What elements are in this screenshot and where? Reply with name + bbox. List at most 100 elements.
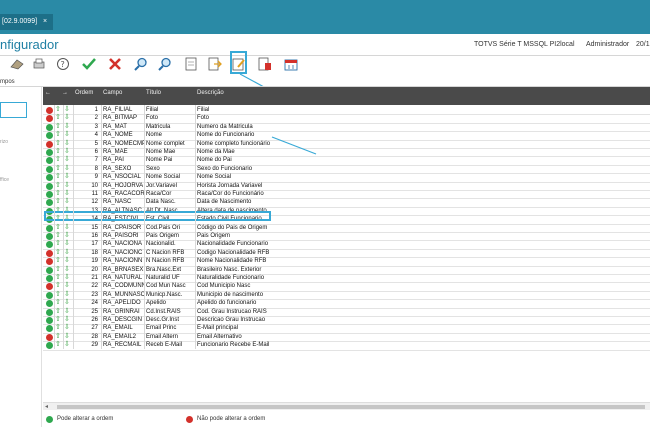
move-up-icon[interactable]: ⇧ [55,190,61,198]
move-down-icon[interactable]: ⇩ [64,316,70,324]
move-up-icon[interactable]: ⇧ [55,274,61,282]
move-down-icon[interactable]: ⇩ [64,148,70,156]
table-row[interactable]: ⇧ ⇩ 11 RA_RACACOR Raca/Cor Raca/Cor do Funcio… [43,190,650,198]
move-down-icon[interactable]: ⇩ [64,249,70,257]
delete-doc-icon[interactable] [256,56,274,72]
table-row[interactable]: ⇧ ⇩ 15 RA_CPAISOR Cod.Pais Ori Código do Pais… [43,224,650,232]
print-icon[interactable] [30,56,48,72]
table-row[interactable]: ⇧ ⇩ 16 RA_PAISORI Pais Origem Pais Origem [43,232,650,240]
table-row[interactable]: ⇧ ⇩ 26 RA_DESCGIN Desc.Gr.Inst Descricao Grau… [43,316,650,324]
move-up-icon[interactable]: ⇧ [55,324,61,332]
move-down-icon[interactable]: ⇩ [64,257,70,265]
move-up-icon[interactable]: ⇧ [55,232,61,240]
header-ordem[interactable]: Ordem [75,90,93,96]
move-up-icon[interactable]: ⇧ [55,341,61,349]
table-row[interactable]: ⇧ ⇩ 12 RA_NASC Data Nasc. Data de Nascimento [43,198,650,207]
move-down-icon[interactable]: ⇩ [64,266,70,274]
table-row[interactable]: ⇧ ⇩ 25 RA_GRINRAI Cd.Inst.RAIS Cod. Grau Inst… [43,308,650,316]
table-row[interactable]: ⇧ ⇩ 6 RA_MAE Nome Mae Nome da Mae [43,148,650,156]
table-row[interactable]: ⇧ ⇩ 2 RA_BITMAP Foto Foto [43,114,650,123]
table-row[interactable]: ⇧ ⇩ 1 RA_FILIAL Filial Filial [43,106,650,114]
move-up-icon[interactable]: ⇧ [55,114,61,122]
header-campo[interactable]: Campo [103,90,122,96]
move-down-icon[interactable]: ⇩ [64,232,70,240]
move-down-icon[interactable]: ⇩ [64,299,70,307]
move-down-icon[interactable]: ⇩ [64,291,70,299]
move-up-icon[interactable]: ⇧ [55,165,61,173]
sidebar-selected-item[interactable] [0,102,27,118]
sidebar-item-2[interactable]: ffice [0,177,9,183]
table-row[interactable]: ⇧ ⇩ 29 RA_RECMAIL Receb E-Mail Funcionario Re… [43,341,650,350]
table-row[interactable]: ⇧ ⇩ 23 RA_MUNNASC Municp.Nasc. Municipio de n… [43,291,650,299]
move-up-icon[interactable]: ⇧ [55,224,61,232]
move-down-icon[interactable]: ⇩ [64,182,70,190]
move-down-icon[interactable]: ⇩ [64,333,70,341]
user-name[interactable]: Administrador [586,41,629,48]
move-up-icon[interactable]: ⇧ [55,333,61,341]
move-up-icon[interactable]: ⇧ [55,249,61,257]
table-row[interactable]: ⇧ ⇩ 24 RA_APELIDO Apelido Apelido do funciona… [43,299,650,308]
move-down-icon[interactable]: ⇩ [64,224,70,232]
move-up-icon[interactable]: ⇧ [55,316,61,324]
move-up-icon[interactable]: ⇧ [55,266,61,274]
move-down-icon[interactable]: ⇩ [64,156,70,164]
move-up-icon[interactable]: ⇧ [55,156,61,164]
table-row[interactable]: ⇧ ⇩ 19 RA_NACIONN N Nacion RFB Nome Nacionali… [43,257,650,266]
move-down-icon[interactable]: ⇩ [64,106,70,114]
scrollbar-thumb[interactable] [57,405,645,409]
move-up-icon[interactable]: ⇧ [55,173,61,181]
move-down-icon[interactable]: ⇩ [64,274,70,282]
eraser-icon[interactable] [8,56,26,72]
move-down-icon[interactable]: ⇩ [64,114,70,122]
move-up-icon[interactable]: ⇧ [55,282,61,290]
table-row[interactable]: ⇧ ⇩ 27 RA_EMAIL Email Princ E-Mail principal [43,324,650,333]
calendar-icon[interactable] [282,56,300,72]
scroll-left-icon[interactable]: ◂ [45,403,48,411]
table-row[interactable]: ⇧ ⇩ 4 RA_NOME Nome Nome do Funcionario [43,131,650,140]
search-next-icon[interactable] [156,56,174,72]
move-down-icon[interactable]: ⇩ [64,308,70,316]
move-up-icon[interactable]: ⇧ [55,148,61,156]
table-row[interactable]: ⇧ ⇩ 8 RA_SEXO Sexo Sexo do Funcionario [43,165,650,173]
move-down-icon[interactable]: ⇩ [64,240,70,248]
table-row[interactable]: ⇧ ⇩ 18 RA_NACIONC C Nacion RFB Codigo Naciona… [43,249,650,257]
move-up-icon[interactable]: ⇧ [55,308,61,316]
move-down-icon[interactable]: ⇩ [64,341,70,349]
move-up-icon[interactable]: ⇧ [55,240,61,248]
move-up-icon[interactable]: ⇧ [55,299,61,307]
confirm-icon[interactable] [80,56,98,72]
table-row[interactable]: ⇧ ⇩ 5 RA_NOMECMP Nome complet Nome completo f… [43,140,650,148]
move-down-icon[interactable]: ⇩ [64,282,70,290]
table-row[interactable]: ⇧ ⇩ 7 RA_PAI Nome Pai Nome do Pai [43,156,650,165]
move-down-icon[interactable]: ⇩ [64,198,70,206]
header-titulo[interactable]: Título [146,90,161,96]
horizontal-scrollbar[interactable]: ◂ [43,402,650,410]
move-up-icon[interactable]: ⇧ [55,106,61,114]
header-descricao[interactable]: Descrição [197,90,224,96]
move-up-icon[interactable]: ⇧ [55,198,61,206]
table-row[interactable]: ⇧ ⇩ 10 RA_HOJORVA Jor.Variavel Horista Jornad… [43,182,650,190]
export-icon[interactable] [206,56,224,72]
sidebar-item-1[interactable]: rizo [0,139,8,145]
table-row[interactable]: ⇧ ⇩ 17 RA_NACIONA Nacionalid. Nacionalidade F… [43,240,650,249]
move-down-icon[interactable]: ⇩ [64,140,70,148]
cancel-icon[interactable] [106,56,124,72]
move-up-icon[interactable]: ⇧ [55,140,61,148]
move-down-icon[interactable]: ⇩ [64,173,70,181]
move-down-icon[interactable]: ⇩ [64,123,70,131]
move-up-icon[interactable]: ⇧ [55,123,61,131]
move-down-icon[interactable]: ⇩ [64,165,70,173]
table-row[interactable]: ⇧ ⇩ 21 RA_NATURAL Naturalid UF Naturalidade F… [43,274,650,282]
move-down-icon[interactable]: ⇩ [64,190,70,198]
table-row[interactable]: ⇧ ⇩ 28 RA_EMAIL2 Email Altern Email Alternati… [43,333,650,341]
move-up-icon[interactable]: ⇧ [55,182,61,190]
move-up-icon[interactable]: ⇧ [55,291,61,299]
table-row[interactable]: ⇧ ⇩ 9 RA_NSOCIAL Nome Social Nome Social [43,173,650,182]
close-icon[interactable]: × [43,18,47,25]
move-up-icon[interactable]: ⇧ [55,131,61,139]
search-icon[interactable] [132,56,150,72]
move-up-icon[interactable]: ⇧ [55,257,61,265]
move-down-icon[interactable]: ⇩ [64,131,70,139]
move-down-icon[interactable]: ⇩ [64,324,70,332]
table-row[interactable]: ⇧ ⇩ 22 RA_CODMUNN Cod Mun Nasc Cod Municipio … [43,282,650,291]
